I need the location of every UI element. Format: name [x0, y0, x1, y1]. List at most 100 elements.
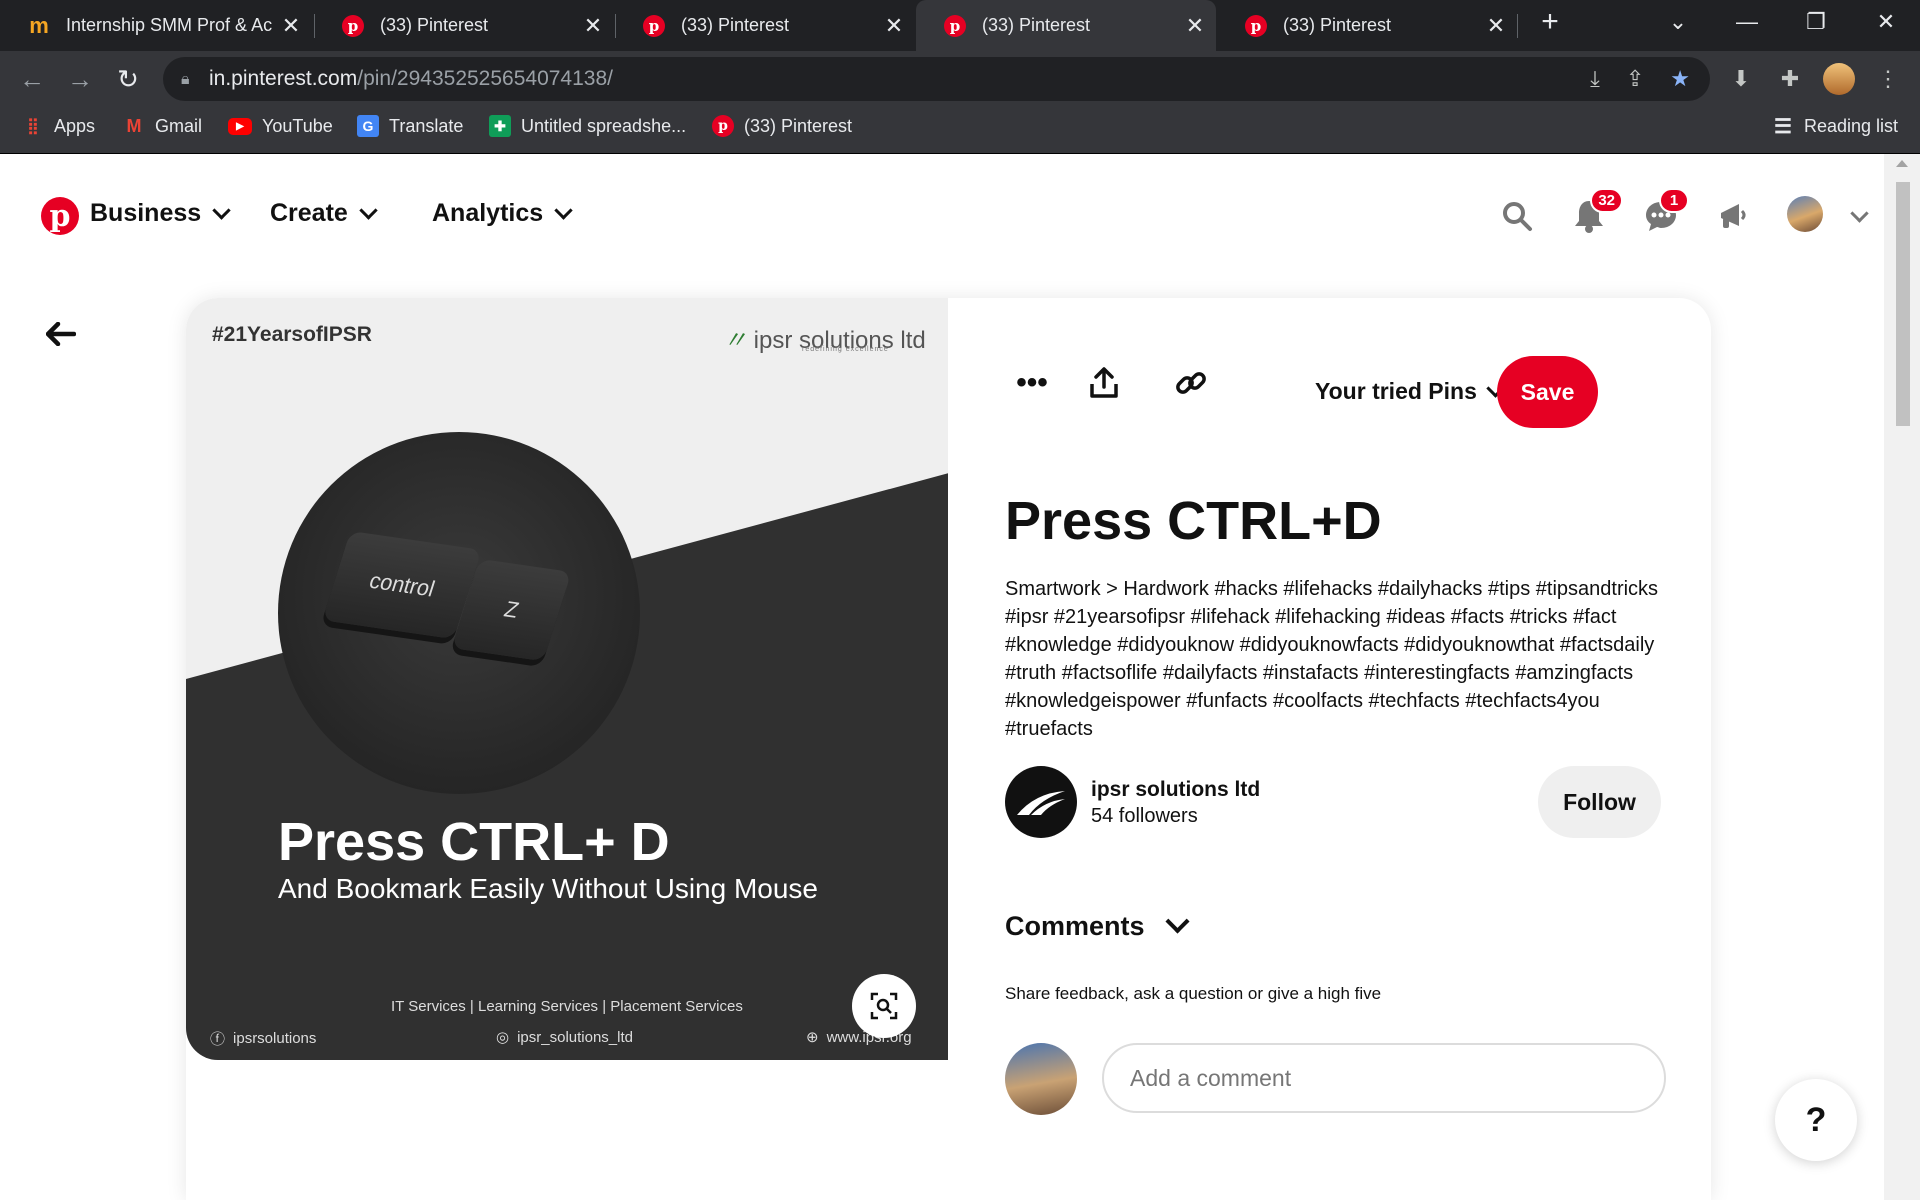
- save-button[interactable]: Save: [1497, 356, 1598, 428]
- megaphone-glyph: [1721, 204, 1746, 228]
- image-services: IT Services | Learning Services | Placem…: [391, 998, 743, 1015]
- minimize-icon[interactable]: —: [1717, 0, 1777, 44]
- owner-avatar[interactable]: [1005, 766, 1077, 838]
- bookmark-label: Untitled spreadshe...: [521, 115, 687, 136]
- search-icon[interactable]: [1497, 196, 1537, 236]
- messages-icon[interactable]: 1: [1641, 188, 1689, 236]
- bookmark-label: Translate: [389, 115, 464, 136]
- instagram-handle: ipsr_solutions_ltd: [517, 1028, 633, 1046]
- comments-prompt: Share feedback, ask a question or give a…: [1005, 984, 1382, 1003]
- menu-analytics[interactable]: Analytics: [432, 199, 573, 228]
- image-subheadline: And Bookmark Easily Without Using Mouse: [278, 873, 818, 904]
- extensions-icon[interactable]: ✚: [1772, 61, 1808, 97]
- control-key: control: [322, 530, 482, 640]
- bookmarks-bar: ⣿ Apps M Gmail ▶ YouTube G Translate ✚ U…: [0, 107, 1920, 154]
- share-icon[interactable]: ⇪: [1626, 66, 1644, 92]
- tab-title: (33) Pinterest: [681, 15, 790, 35]
- follow-button[interactable]: Follow: [1538, 766, 1661, 838]
- gmail-icon: M: [126, 115, 142, 136]
- page-scrollbar[interactable]: [1884, 154, 1920, 1200]
- commenter-avatar: [1005, 1043, 1077, 1115]
- pinterest-icon: p: [1245, 14, 1267, 37]
- share-upload-icon[interactable]: [1079, 358, 1129, 408]
- menu-icon[interactable]: ⋮: [1870, 61, 1906, 97]
- notifications-icon[interactable]: 32: [1569, 188, 1623, 236]
- pin-image[interactable]: control Z #21YearsofIPSR 〃 ipsr solution…: [186, 298, 948, 1060]
- browser-toolbar: ← → ↻ 🔒︎ in.pinterest.com/pin/2943525256…: [0, 51, 1920, 107]
- tried-pins-dropdown[interactable]: Your tried Pins: [1315, 378, 1505, 405]
- pinterest-icon: p: [342, 14, 364, 37]
- back-arrow-icon[interactable]: [42, 315, 80, 353]
- profile-avatar-image: [1823, 63, 1855, 95]
- youtube-icon: ▶: [228, 117, 252, 135]
- install-icon[interactable]: ⤓: [1590, 66, 1600, 92]
- bookmark-apps[interactable]: ⣿ Apps: [22, 107, 95, 145]
- reading-list-label: Reading list: [1804, 115, 1899, 136]
- browser-tab[interactable]: p (33) Pinterest ✕: [1217, 0, 1517, 51]
- copy-link-icon[interactable]: [1166, 358, 1216, 408]
- accounts-chevron-icon[interactable]: [1839, 196, 1879, 236]
- close-tab-icon[interactable]: ✕: [879, 13, 909, 39]
- pinterest-icon: p: [712, 115, 734, 137]
- pin-details-panel: ••• Your tried Pins Save Press CTRL+D Sm…: [996, 298, 1711, 1198]
- chevron-down-icon: [359, 201, 378, 220]
- url-text[interactable]: in.pinterest.com/pin/294352525654074138/: [209, 67, 613, 91]
- browser-tab[interactable]: p (33) Pinterest ✕: [615, 0, 915, 51]
- address-bar[interactable]: 🔒︎ in.pinterest.com/pin/2943525256540741…: [163, 57, 1710, 101]
- browser-tab[interactable]: p (33) Pinterest ✕: [314, 0, 614, 51]
- bookmark-star-icon[interactable]: ★: [1670, 66, 1690, 92]
- search-glyph: [1503, 202, 1532, 231]
- close-tab-icon[interactable]: ✕: [1180, 13, 1210, 39]
- restore-icon[interactable]: ❐: [1786, 0, 1846, 44]
- forward-icon[interactable]: →: [62, 61, 98, 97]
- bookmark-translate[interactable]: G Translate: [357, 107, 463, 145]
- download-icon[interactable]: ⬇: [1723, 61, 1759, 97]
- tab-search-icon[interactable]: ⌄: [1648, 0, 1708, 44]
- new-tab-button[interactable]: +: [1520, 0, 1580, 44]
- help-button[interactable]: ?: [1775, 1079, 1857, 1161]
- bookmark-gmail[interactable]: M Gmail: [123, 107, 203, 145]
- sheets-icon: ✚: [489, 115, 511, 137]
- bookmark-pinterest[interactable]: p (33) Pinterest: [712, 107, 852, 145]
- browser-tab-active[interactable]: p (33) Pinterest ✕: [916, 0, 1216, 51]
- close-window-icon[interactable]: ✕: [1856, 0, 1916, 44]
- back-icon[interactable]: ←: [14, 61, 50, 97]
- reload-icon[interactable]: ↻: [110, 61, 146, 97]
- comments-toggle[interactable]: Comments: [1005, 909, 1190, 942]
- profile-avatar[interactable]: [1821, 61, 1857, 97]
- tab-title: (33) Pinterest: [982, 15, 1091, 35]
- bookmark-sheets[interactable]: ✚ Untitled spreadshe...: [489, 107, 686, 145]
- comments-heading: Comments: [1005, 911, 1145, 941]
- chevron-down-icon: [554, 201, 573, 220]
- pinterest-logo[interactable]: p: [41, 197, 79, 235]
- keyboard-keys-illustration: control Z: [322, 510, 634, 710]
- close-tab-icon[interactable]: ✕: [276, 13, 306, 39]
- tried-pins-label: Your tried Pins: [1315, 378, 1477, 404]
- browser-tab[interactable]: m Internship SMM Prof & Ac ✕: [0, 0, 312, 51]
- image-brand-tagline: redefining excellence: [802, 346, 889, 353]
- updates-megaphone-icon[interactable]: [1713, 196, 1753, 236]
- bookmark-label: (33) Pinterest: [744, 115, 853, 136]
- visual-search-lens-icon[interactable]: [852, 974, 916, 1038]
- owner-logo-swoosh: [1017, 791, 1065, 815]
- tab-title: Internship SMM Prof & Ac: [66, 15, 273, 35]
- owner-name[interactable]: ipsr solutions ltd: [1091, 778, 1260, 802]
- scroll-up-arrow-icon[interactable]: [1896, 160, 1908, 167]
- url-path: /pin/294352525654074138/: [357, 67, 613, 90]
- reading-list[interactable]: ☰ Reading list: [1772, 107, 1898, 145]
- comment-input[interactable]: Add a comment: [1102, 1043, 1666, 1113]
- facebook-handle: ipsrsolutions: [233, 1030, 317, 1047]
- close-tab-icon[interactable]: ✕: [578, 13, 608, 39]
- link-glyph: [1176, 372, 1206, 394]
- menu-business[interactable]: Business: [90, 199, 231, 228]
- reading-list-icon: ☰: [1774, 115, 1792, 138]
- user-avatar[interactable]: [1787, 196, 1823, 232]
- upload-glyph: [1090, 367, 1118, 398]
- menu-create[interactable]: Create: [270, 199, 378, 228]
- more-options-icon[interactable]: •••: [1007, 358, 1057, 408]
- close-tab-icon[interactable]: ✕: [1481, 13, 1511, 39]
- image-hashtag: #21YearsofIPSR: [212, 323, 372, 346]
- scrollbar-thumb[interactable]: [1896, 182, 1910, 426]
- omnibox-actions: ⤓ ⇪ ★: [1590, 57, 1690, 101]
- bookmark-youtube[interactable]: ▶ YouTube: [228, 107, 333, 145]
